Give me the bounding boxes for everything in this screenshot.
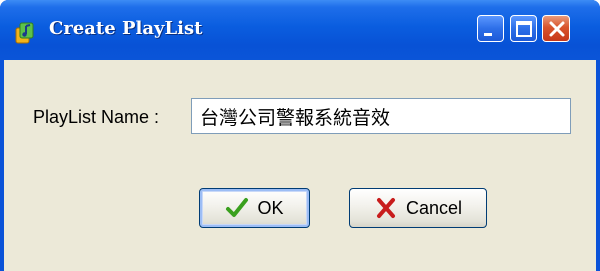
ok-button[interactable]: OK (199, 188, 310, 228)
minimize-button[interactable] (477, 15, 504, 42)
title-bar[interactable]: Create PlayList (0, 0, 600, 60)
cancel-button[interactable]: Cancel (349, 188, 487, 228)
ok-label: OK (257, 197, 284, 218)
cancel-label: Cancel (405, 197, 463, 218)
window-title: Create PlayList (49, 18, 203, 39)
playlist-name-label: PlayList Name : (33, 107, 160, 127)
create-playlist-dialog: Create PlayList PlayList Name : 台灣公司警報系統… (0, 0, 600, 271)
playlist-name-input[interactable] (191, 98, 571, 134)
x-icon (374, 196, 398, 220)
minimize-icon (484, 33, 492, 36)
dialog-body: PlayList Name : OK Cancel (4, 60, 596, 271)
close-icon (549, 21, 565, 37)
maximize-icon (516, 21, 532, 37)
checkmark-icon (225, 196, 249, 220)
music-notes-icon (14, 19, 40, 45)
close-button[interactable] (542, 15, 570, 42)
maximize-button[interactable] (510, 15, 537, 42)
